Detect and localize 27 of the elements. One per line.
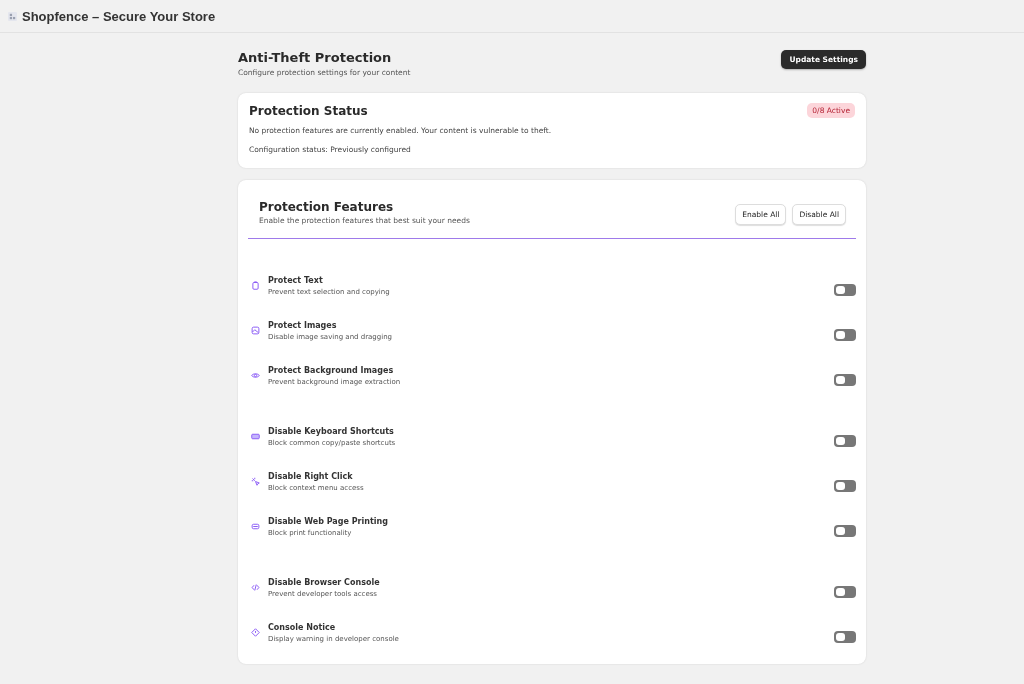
- app-title: Shopfence – Secure Your Store: [22, 8, 216, 24]
- logo-icon: [8, 11, 17, 21]
- page-title: Anti-Theft Protection: [238, 50, 393, 65]
- toggle-switch[interactable]: [834, 479, 856, 492]
- feature-title: Disable Web Page Printing: [268, 516, 389, 526]
- cursor-click-icon: [251, 477, 260, 486]
- toggle-switch[interactable]: [834, 283, 856, 296]
- toggle-switch[interactable]: [834, 328, 856, 341]
- code-icon: [251, 583, 260, 592]
- toggle-switch[interactable]: [834, 434, 856, 447]
- eye-icon: [251, 371, 260, 380]
- feature-title: Console Notice: [268, 622, 337, 632]
- toggle-switch[interactable]: [834, 373, 856, 386]
- feature-title: Protect Text: [268, 275, 324, 285]
- feature-title: Disable Keyboard Shortcuts: [268, 426, 395, 436]
- feature-title: Protect Images: [268, 320, 338, 330]
- toggle-switch[interactable]: [834, 630, 856, 643]
- image-icon: [251, 326, 260, 335]
- feature-title: Disable Browser Console: [268, 577, 381, 587]
- features-title: Protection Features: [259, 200, 395, 214]
- feature-title: Protect Background Images: [268, 365, 395, 375]
- keyboard-icon: [251, 432, 260, 441]
- diamond-alert-icon: [251, 628, 260, 637]
- status-title: Protection Status: [249, 103, 368, 118]
- toggle-switch[interactable]: [834, 585, 856, 598]
- toggle-switch[interactable]: [834, 524, 856, 537]
- feature-title: Disable Right Click: [268, 471, 354, 481]
